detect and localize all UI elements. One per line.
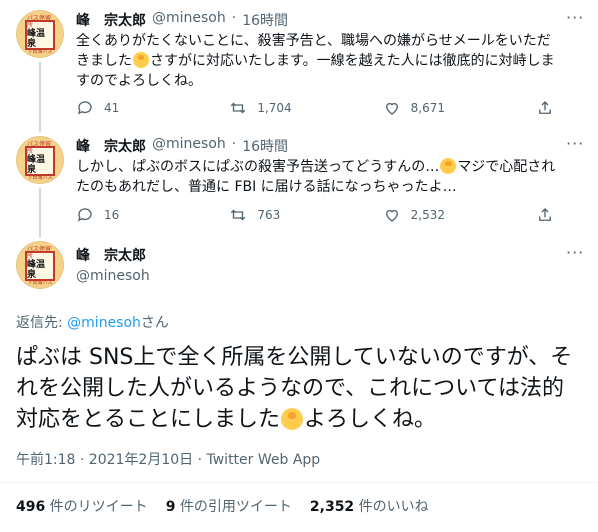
avatar-sign: パス停留所 峰温泉 下田海バス bbox=[25, 246, 55, 286]
dot-separator: · bbox=[231, 136, 237, 152]
retweet-icon bbox=[231, 102, 246, 114]
like-icon bbox=[385, 102, 398, 115]
more-icon[interactable]: ··· bbox=[566, 8, 584, 27]
reply-icon bbox=[77, 208, 92, 222]
thread-line bbox=[39, 62, 41, 132]
face-emoji-icon bbox=[133, 52, 149, 68]
like-button[interactable]: 8,671 bbox=[383, 99, 495, 117]
avatar[interactable]: パス停留所 峰温泉 下田海バス bbox=[16, 241, 64, 289]
share-icon bbox=[539, 101, 551, 114]
reply-to: 返信先: @minesohさん bbox=[16, 315, 169, 331]
tweet-header: 峰 宗太郎 @minesoh · 16時間 bbox=[76, 136, 288, 156]
avatar[interactable]: パス停留所 峰温泉 下田海バス bbox=[16, 136, 64, 184]
retweet-button[interactable]: 763 bbox=[229, 206, 341, 224]
display-name[interactable]: 峰 宗太郎 bbox=[76, 10, 146, 30]
like-count[interactable]: 2,352 件のいいね bbox=[310, 496, 429, 516]
more-icon[interactable]: ··· bbox=[566, 243, 584, 262]
reply-icon bbox=[77, 101, 92, 115]
avatar[interactable]: パス停留所 峰温泉 下田海バス bbox=[16, 10, 64, 58]
more-icon[interactable]: ··· bbox=[566, 134, 584, 153]
handle[interactable]: @minesoh bbox=[152, 10, 226, 30]
thread-line bbox=[39, 188, 41, 238]
like-icon bbox=[385, 209, 398, 222]
face-emoji-icon bbox=[440, 158, 457, 174]
tweet-time[interactable]: 16時間 bbox=[242, 10, 288, 30]
display-name[interactable]: 峰 宗太郎 bbox=[76, 136, 146, 156]
like-button[interactable]: 2,532 bbox=[383, 206, 495, 224]
action-bar: 41 1,704 8,671 bbox=[76, 99, 576, 117]
share-button[interactable] bbox=[536, 206, 576, 224]
main-tweet-text: ぱぶは SNS上で全く所属を公開していないのですが、それを公開した人がいるような… bbox=[16, 345, 573, 432]
retweet-button[interactable]: 1,704 bbox=[229, 99, 341, 117]
quote-count[interactable]: 9 件の引用ツイート bbox=[166, 496, 292, 516]
reply-button[interactable]: 16 bbox=[76, 206, 188, 224]
dot-separator: · bbox=[231, 10, 237, 26]
avatar-sign: パス停留所 峰温泉 下田海バス bbox=[25, 141, 55, 181]
tweet-time[interactable]: 16時間 bbox=[242, 136, 288, 156]
tweet-text: しかし、ぱぶのボスにぱぶの殺害予告送ってどうすんの… マジで心配されたのもあれだし… bbox=[76, 158, 556, 195]
tweet-stats: 496 件のリツイート 9 件の引用ツイート 2,352 件のいいね bbox=[16, 496, 429, 516]
face-emoji-icon bbox=[281, 408, 304, 430]
share-icon bbox=[539, 208, 551, 221]
action-bar: 16 763 2,532 bbox=[76, 206, 576, 224]
tweet-timestamp[interactable]: 午前1:18 · 2021年2月10日 · Twitter Web App bbox=[16, 449, 320, 469]
share-button[interactable] bbox=[536, 99, 576, 117]
display-name[interactable]: 峰 宗太郎 bbox=[76, 245, 146, 265]
retweet-count[interactable]: 496 件のリツイート bbox=[16, 496, 148, 516]
tweet-header: 峰 宗太郎 @minesoh · 16時間 bbox=[76, 10, 288, 30]
handle[interactable]: @minesoh bbox=[76, 268, 150, 284]
handle[interactable]: @minesoh bbox=[152, 136, 226, 156]
tweet-text: 全くありがたくないことに、殺害予告と、職場への嫌がらせメールをいただきました さす… bbox=[76, 33, 555, 89]
reply-to-handle[interactable]: @minesoh bbox=[67, 315, 141, 331]
avatar-sign: パス停留所 峰温泉 下田海バス bbox=[25, 15, 55, 55]
divider bbox=[0, 482, 598, 483]
reply-button[interactable]: 41 bbox=[76, 99, 188, 117]
retweet-icon bbox=[231, 209, 246, 221]
